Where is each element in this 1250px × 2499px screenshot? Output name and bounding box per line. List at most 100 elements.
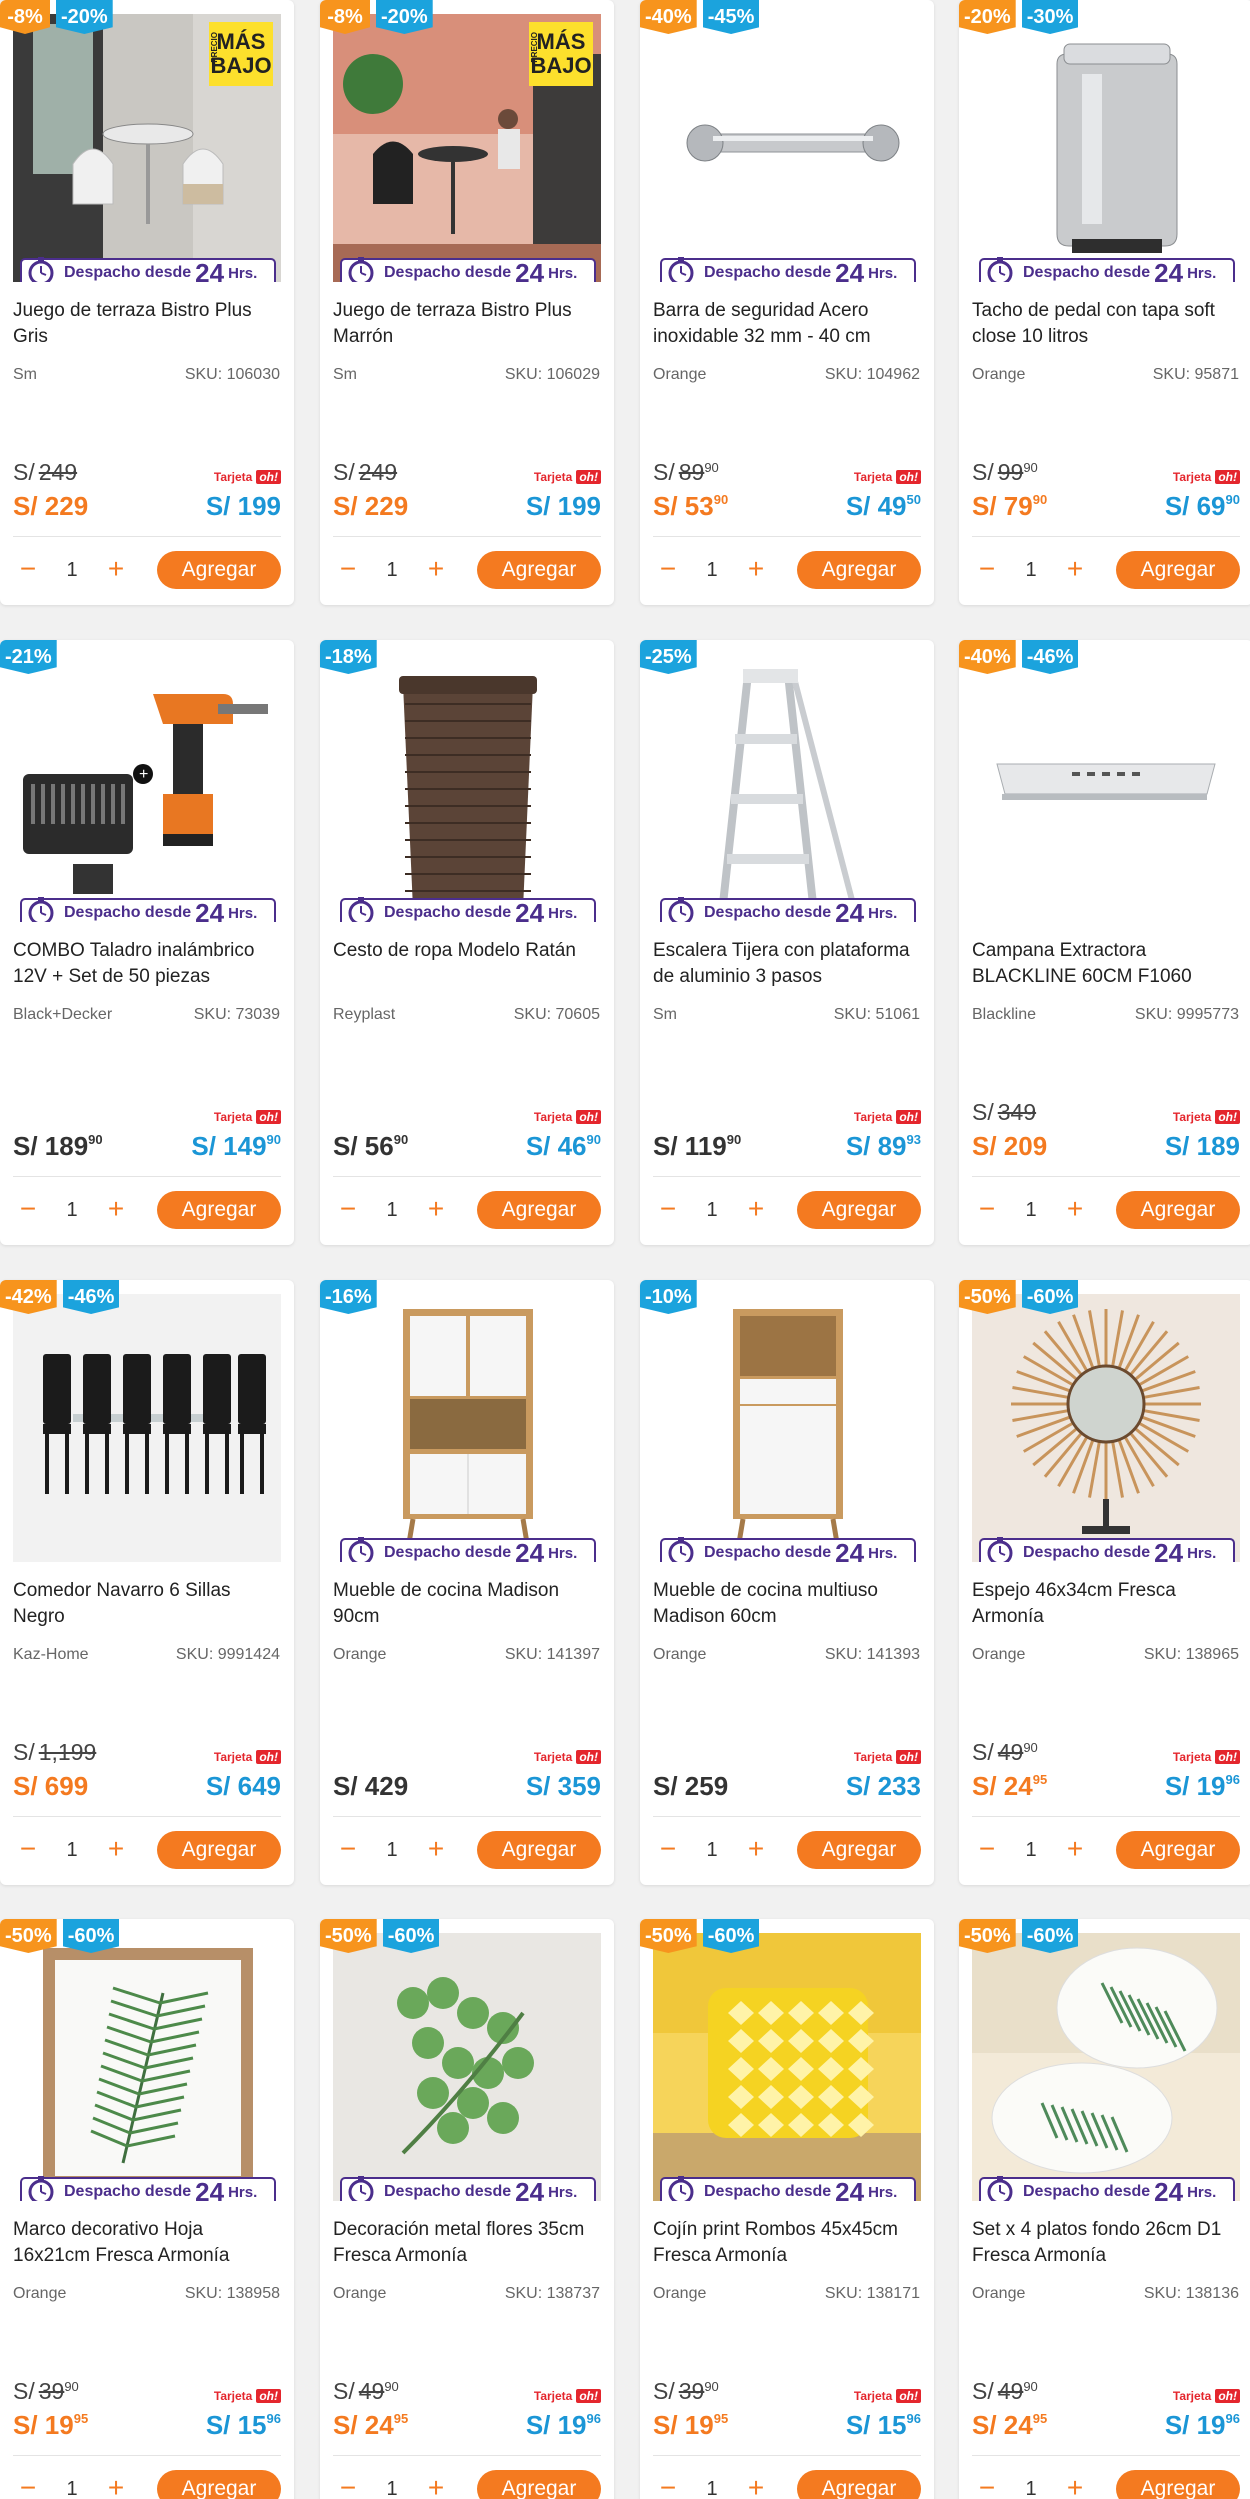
add-to-cart-button[interactable]: Agregar xyxy=(1116,551,1240,589)
product-card[interactable]: -21% + Despacho desde 24 Hrs. COMBO Taladr… xyxy=(0,640,294,1245)
product-image[interactable]: Despacho desde 24 Hrs. xyxy=(972,1933,1240,2201)
product-name[interactable]: Mueble de cocina multiuso Madison 60cm xyxy=(653,1578,923,1630)
product-card[interactable]: -50% -60% Despacho desde 24 Hrs. Set x 4 pl… xyxy=(959,1919,1250,2499)
increase-quantity-button[interactable]: + xyxy=(421,1835,451,1865)
quantity-value[interactable]: 1 xyxy=(43,2478,101,2499)
add-to-cart-button[interactable]: Agregar xyxy=(477,2470,601,2499)
increase-quantity-button[interactable]: + xyxy=(741,1835,771,1865)
add-to-cart-button[interactable]: Agregar xyxy=(797,1191,921,1229)
increase-quantity-button[interactable]: + xyxy=(1060,1195,1090,1225)
quantity-value[interactable]: 1 xyxy=(683,559,741,582)
product-card[interactable]: -42% -46% Comedor Navarro 6 Sillas Negro … xyxy=(0,1280,294,1885)
product-card[interactable]: -8% -20% PRECIO MÁS BAJO Despacho desde 24 H… xyxy=(320,0,614,605)
quantity-value[interactable]: 1 xyxy=(683,1839,741,1862)
increase-quantity-button[interactable]: + xyxy=(741,555,771,585)
decrease-quantity-button[interactable]: − xyxy=(13,1835,43,1865)
product-card[interactable]: -20% -30% Despacho desde 24 Hrs. Tacho de p… xyxy=(959,0,1250,605)
product-image[interactable]: Despacho desde 24 Hrs. xyxy=(653,654,921,922)
quantity-value[interactable]: 1 xyxy=(363,1199,421,1222)
product-name[interactable]: Decoración metal flores 35cm Fresca Armo… xyxy=(333,2217,603,2269)
increase-quantity-button[interactable]: + xyxy=(421,555,451,585)
quantity-value[interactable]: 1 xyxy=(1002,1199,1060,1222)
product-image[interactable]: PRECIO MÁS BAJO Despacho desde 24 Hrs. xyxy=(13,14,281,282)
product-name[interactable]: Cojín print Rombos 45x45cm Fresca Armoní… xyxy=(653,2217,923,2269)
product-card[interactable]: -25% Despacho desde 24 Hrs. Escalera Tijer… xyxy=(640,640,934,1245)
decrease-quantity-button[interactable]: − xyxy=(333,2474,363,2499)
quantity-value[interactable]: 1 xyxy=(363,559,421,582)
increase-quantity-button[interactable]: + xyxy=(1060,1835,1090,1865)
add-to-cart-button[interactable]: Agregar xyxy=(1116,1831,1240,1869)
product-card[interactable]: -16% Despacho desde 24 Hrs. Mueble de coci… xyxy=(320,1280,614,1885)
product-image[interactable]: Despacho desde 24 Hrs. xyxy=(13,1933,281,2201)
product-image[interactable]: Despacho desde 24 Hrs. xyxy=(653,14,921,282)
decrease-quantity-button[interactable]: − xyxy=(653,2474,683,2499)
product-image[interactable] xyxy=(972,654,1240,922)
increase-quantity-button[interactable]: + xyxy=(101,555,131,585)
add-to-cart-button[interactable]: Agregar xyxy=(797,551,921,589)
product-name[interactable]: Campana Extractora BLACKLINE 60CM F1060 xyxy=(972,938,1242,990)
decrease-quantity-button[interactable]: − xyxy=(333,1835,363,1865)
product-card[interactable]: -40% -45% Despacho desde 24 Hrs. Barra de s… xyxy=(640,0,934,605)
increase-quantity-button[interactable]: + xyxy=(1060,555,1090,585)
product-image[interactable]: Despacho desde 24 Hrs. xyxy=(333,1294,601,1562)
product-name[interactable]: Escalera Tijera con plataforma de alumin… xyxy=(653,938,923,990)
increase-quantity-button[interactable]: + xyxy=(1060,2474,1090,2499)
add-to-cart-button[interactable]: Agregar xyxy=(1116,1191,1240,1229)
product-image[interactable]: Despacho desde 24 Hrs. xyxy=(972,1294,1240,1562)
product-card[interactable]: -40% -46% Campana Extractora BLACKLINE 60… xyxy=(959,640,1250,1245)
decrease-quantity-button[interactable]: − xyxy=(972,555,1002,585)
add-to-cart-button[interactable]: Agregar xyxy=(477,551,601,589)
product-card[interactable]: -50% -60% Despacho desde 24 Hrs. Espejo 46x… xyxy=(959,1280,1250,1885)
product-image[interactable] xyxy=(13,1294,281,1562)
product-name[interactable]: COMBO Taladro inalámbrico 12V + Set de 5… xyxy=(13,938,283,990)
product-image[interactable]: + Despacho desde 24 Hrs. xyxy=(13,654,281,922)
increase-quantity-button[interactable]: + xyxy=(421,1195,451,1225)
product-name[interactable]: Juego de terraza Bistro Plus Gris xyxy=(13,298,283,350)
quantity-value[interactable]: 1 xyxy=(1002,1839,1060,1862)
product-name[interactable]: Mueble de cocina Madison 90cm xyxy=(333,1578,603,1630)
product-image[interactable]: Despacho desde 24 Hrs. xyxy=(653,1294,921,1562)
product-name[interactable]: Barra de seguridad Acero inoxidable 32 m… xyxy=(653,298,923,350)
product-name[interactable]: Comedor Navarro 6 Sillas Negro xyxy=(13,1578,283,1630)
increase-quantity-button[interactable]: + xyxy=(741,2474,771,2499)
quantity-value[interactable]: 1 xyxy=(363,2478,421,2499)
product-card[interactable]: -50% -60% Despacho desde 24 Hrs. Cojín prin… xyxy=(640,1919,934,2499)
product-card[interactable]: -50% -60% Despacho desde 24 Hrs. Marco deco… xyxy=(0,1919,294,2499)
decrease-quantity-button[interactable]: − xyxy=(13,1195,43,1225)
product-name[interactable]: Set x 4 platos fondo 26cm D1 Fresca Armo… xyxy=(972,2217,1242,2269)
product-name[interactable]: Juego de terraza Bistro Plus Marrón xyxy=(333,298,603,350)
increase-quantity-button[interactable]: + xyxy=(741,1195,771,1225)
add-to-cart-button[interactable]: Agregar xyxy=(157,551,281,589)
increase-quantity-button[interactable]: + xyxy=(101,1195,131,1225)
add-to-cart-button[interactable]: Agregar xyxy=(1116,2470,1240,2499)
add-to-cart-button[interactable]: Agregar xyxy=(157,2470,281,2499)
product-card[interactable]: -8% -20% PRECIO MÁS BAJO Despacho desde 24 H… xyxy=(0,0,294,605)
product-card[interactable]: -50% -60% Despacho desde 24 Hrs. Decoración… xyxy=(320,1919,614,2499)
product-name[interactable]: Tacho de pedal con tapa soft close 10 li… xyxy=(972,298,1242,350)
increase-quantity-button[interactable]: + xyxy=(101,1835,131,1865)
increase-quantity-button[interactable]: + xyxy=(421,2474,451,2499)
decrease-quantity-button[interactable]: − xyxy=(13,555,43,585)
product-card[interactable]: -18% Despacho desde 24 Hrs. Cesto de ropa … xyxy=(320,640,614,1245)
quantity-value[interactable]: 1 xyxy=(1002,2478,1060,2499)
quantity-value[interactable]: 1 xyxy=(43,1839,101,1862)
product-image[interactable]: Despacho desde 24 Hrs. xyxy=(333,1933,601,2201)
add-to-cart-button[interactable]: Agregar xyxy=(797,2470,921,2499)
product-name[interactable]: Espejo 46x34cm Fresca Armonía xyxy=(972,1578,1242,1630)
decrease-quantity-button[interactable]: − xyxy=(653,555,683,585)
add-to-cart-button[interactable]: Agregar xyxy=(157,1831,281,1869)
product-image[interactable]: Despacho desde 24 Hrs. xyxy=(653,1933,921,2201)
quantity-value[interactable]: 1 xyxy=(43,1199,101,1222)
quantity-value[interactable]: 1 xyxy=(1002,559,1060,582)
product-name[interactable]: Cesto de ropa Modelo Ratán xyxy=(333,938,603,964)
add-to-cart-button[interactable]: Agregar xyxy=(477,1831,601,1869)
decrease-quantity-button[interactable]: − xyxy=(13,2474,43,2499)
decrease-quantity-button[interactable]: − xyxy=(972,1835,1002,1865)
add-to-cart-button[interactable]: Agregar xyxy=(157,1191,281,1229)
decrease-quantity-button[interactable]: − xyxy=(653,1835,683,1865)
quantity-value[interactable]: 1 xyxy=(43,559,101,582)
quantity-value[interactable]: 1 xyxy=(683,1199,741,1222)
decrease-quantity-button[interactable]: − xyxy=(972,2474,1002,2499)
decrease-quantity-button[interactable]: − xyxy=(972,1195,1002,1225)
product-image[interactable]: Despacho desde 24 Hrs. xyxy=(333,654,601,922)
